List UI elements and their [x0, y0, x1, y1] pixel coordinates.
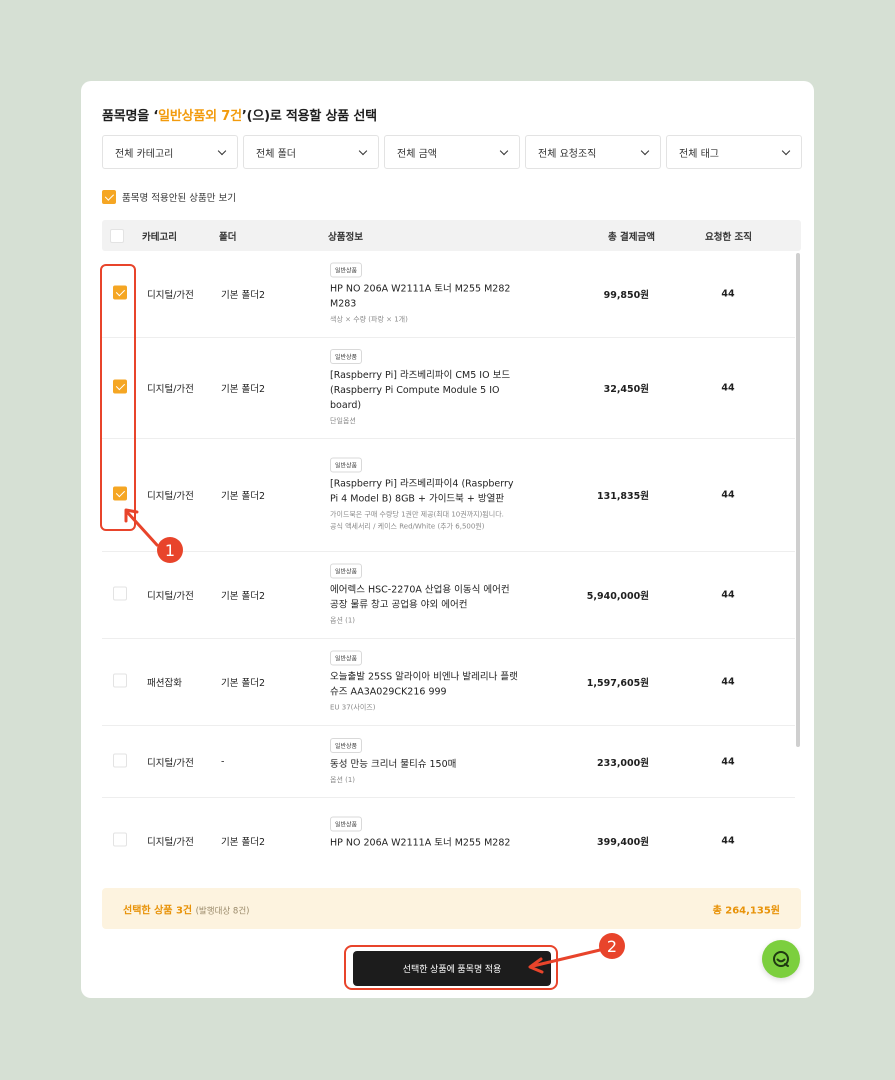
- annotation-arrow-1: [126, 511, 159, 547]
- annotation-arrows: [124, 508, 602, 974]
- annotation-marker-1: 1: [157, 537, 183, 563]
- annotation-box-apply-button: [344, 945, 558, 990]
- annotation-marker-2: 2: [599, 933, 625, 959]
